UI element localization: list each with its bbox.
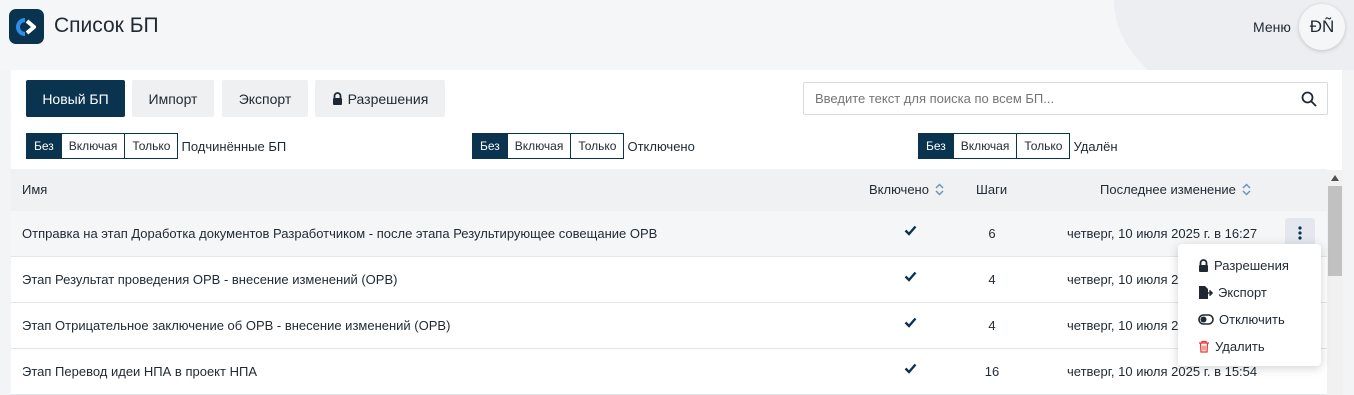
filter-label: Подчинённые БП [181,138,287,154]
avatar[interactable]: ĐÑ [1299,4,1345,50]
row-actions-menu: Разрешения Экспорт Отключить Удалить [1178,244,1321,366]
sort-icon [935,183,944,196]
page-title: Список БП [54,14,159,37]
search-box[interactable] [803,82,1328,115]
table-row[interactable]: Этап Перевод идеи НПА в проект НПА 16 че… [11,349,1327,395]
row-modified: четверг, 10 июля 2025 г. в 16:27 [1067,226,1258,241]
lock-icon [332,92,342,105]
filter-label: Удалён [1073,138,1118,154]
row-name: Этап Результат проведения ОРВ - внесение… [22,272,398,287]
row-modified: четверг, 10 июля 2025 г. в 15:54 [1067,364,1258,379]
filter-subordinate: Без Включая Только Подчинённые БП [26,133,286,159]
scroll-up-arrow-icon[interactable] [1331,175,1339,181]
column-name-label: Имя [22,182,48,197]
permissions-button[interactable]: Разрешения [315,80,445,117]
filter-option-only[interactable]: Только [124,134,178,158]
menu-item-permissions[interactable]: Разрешения [1198,258,1289,273]
column-header-steps[interactable]: Шаги [976,182,1007,197]
segmented-control: Без Включая Только [26,133,179,159]
new-bp-button[interactable]: Новый БП [26,80,125,117]
filter-option-including[interactable]: Включая [952,134,1017,158]
menu-item-label: Отключить [1219,312,1285,327]
filter-option-only[interactable]: Только [570,134,624,158]
filter-option-only[interactable]: Только [1016,134,1070,158]
menu-item-label: Экспорт [1218,285,1267,300]
scrollbar-thumb[interactable] [1328,186,1342,276]
column-steps-label: Шаги [976,182,1008,197]
filter-option-including[interactable]: Включая [506,134,571,158]
permissions-label: Разрешения [347,90,429,107]
row-name: Отправка на этап Доработка документов Ра… [22,226,658,241]
check-icon [904,271,917,282]
menu-item-delete[interactable]: Удалить [1198,339,1265,354]
row-steps: 4 [988,272,996,287]
column-header-name[interactable]: Имя [22,182,47,197]
row-steps: 6 [988,226,996,241]
row-name: Этап Отрицательное заключение об ОРВ - в… [22,318,451,333]
filter-option-including[interactable]: Включая [60,134,125,158]
check-icon [904,317,917,328]
column-modified-label: Последнее изменение [1100,182,1236,197]
app-header: Список БП Меню ĐÑ [0,0,1354,70]
menu-item-label: Удалить [1215,339,1265,354]
main-panel: Новый БП Импорт Экспорт Разрешения Без В… [11,70,1342,395]
segmented-control: Без Включая Только [472,133,625,159]
segmented-control: Без Включая Только [918,133,1071,159]
table-row[interactable]: Этап Результат проведения ОРВ - внесение… [11,257,1327,303]
search-icon[interactable] [1301,91,1317,107]
filter-option-without[interactable]: Без [473,134,507,158]
export-icon [1199,286,1213,299]
row-name: Этап Перевод идеи НПА в проект НПА [22,364,257,379]
more-vertical-icon [1298,226,1302,240]
lock-icon [1199,259,1208,272]
menu-item-export[interactable]: Экспорт [1198,285,1267,300]
table-row[interactable]: Этап Отрицательное заключение об ОРВ - в… [11,303,1327,349]
logo-icon[interactable] [9,9,44,44]
menu-link[interactable]: Меню [1253,19,1291,35]
menu-item-label: Разрешения [1214,258,1289,273]
toggle-off-icon [1198,314,1214,325]
table-row[interactable]: Отправка на этап Доработка документов Ра… [11,211,1327,257]
import-button[interactable]: Импорт [132,80,214,117]
sort-icon [1242,183,1251,196]
filter-option-without[interactable]: Без [27,134,61,158]
row-steps: 4 [988,318,996,333]
trash-icon [1199,340,1209,353]
check-icon [904,363,917,374]
column-enabled-label: Включено [869,182,929,197]
table-header: Имя Включено Шаги Последнее изменение [11,169,1327,211]
menu-item-disable[interactable]: Отключить [1198,312,1285,327]
search-input[interactable] [815,91,1285,106]
column-header-enabled[interactable]: Включено [869,182,944,197]
filter-label: Отключено [627,138,695,154]
filter-option-without[interactable]: Без [919,134,953,158]
column-header-modified[interactable]: Последнее изменение [1100,182,1251,197]
filter-deleted: Без Включая Только Удалён [918,133,1118,159]
filter-disabled: Без Включая Только Отключено [472,133,695,159]
check-icon [904,225,917,236]
export-button[interactable]: Экспорт [222,80,308,117]
row-steps: 16 [984,364,1000,379]
